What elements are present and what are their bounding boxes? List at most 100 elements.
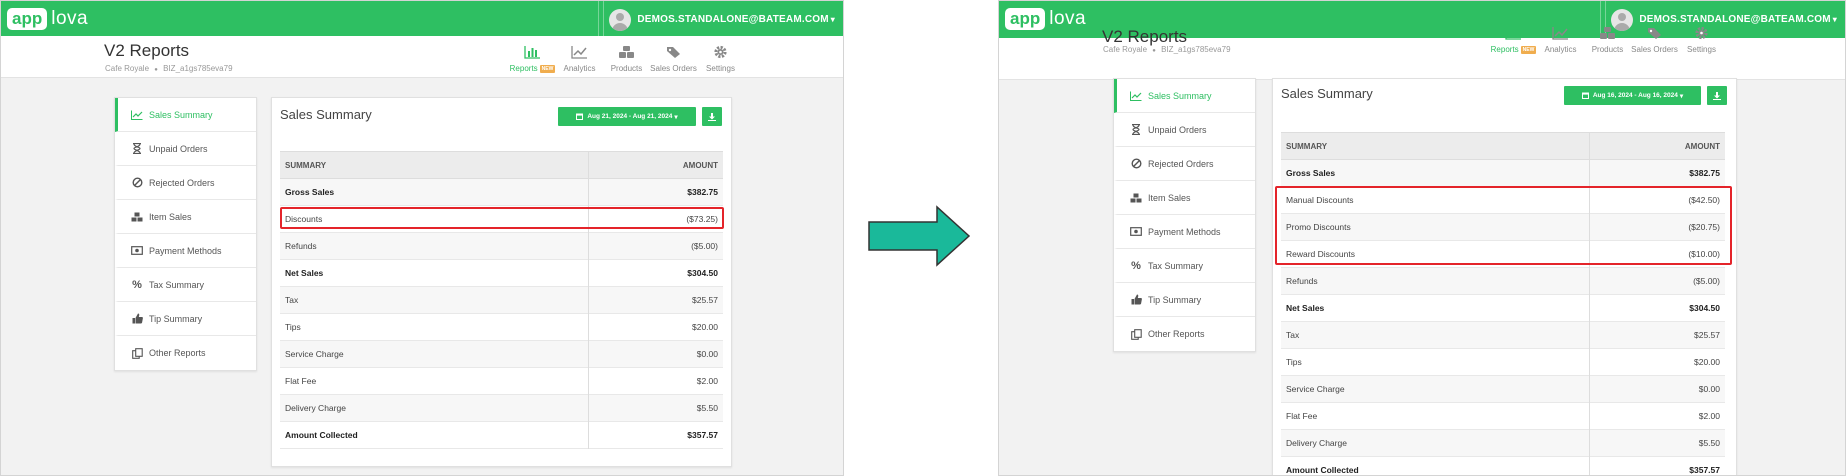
sales-summary-table: SUMMARY AMOUNT Gross Sales $382.75 Disco… — [280, 151, 723, 449]
separator-dot: ● — [154, 67, 158, 73]
line-chart-icon — [1129, 89, 1143, 103]
nav-label: Sales Orders — [1631, 45, 1678, 54]
sales-summary-panel: Sales Summary Aug 16, 2024 - Aug 16, 202… — [1272, 78, 1737, 475]
highlight-box — [280, 207, 724, 229]
reports-sidebar: Sales Summary Unpaid Orders Rejected Ord… — [114, 97, 257, 371]
table-row: Refunds ($5.00) — [1281, 268, 1725, 295]
sidebar-item-sales-summary[interactable]: Sales Summary — [115, 98, 256, 132]
bar-chart-icon — [1505, 26, 1522, 45]
percent-icon: % — [132, 278, 142, 291]
sidebar-item-label: Payment Methods — [1148, 226, 1221, 237]
sidebar-item-other-reports[interactable]: Other Reports — [115, 336, 256, 370]
row-amount: $357.57 — [687, 430, 718, 440]
applova-logo[interactable]: app lova — [7, 8, 88, 30]
module-nav: Reports NEW Analytics Products Sales Orde… — [1490, 26, 1725, 54]
sidebar-item-item-sales[interactable]: Item Sales — [1114, 181, 1255, 215]
row-amount: $2.00 — [696, 376, 718, 386]
row-label: Flat Fee — [285, 376, 317, 386]
row-amount: $5.50 — [696, 403, 718, 413]
download-button[interactable] — [1707, 86, 1727, 105]
user-menu[interactable]: DEMOS.STANDALONE@BATEAM.COM ▾ — [598, 1, 843, 38]
row-amount: $2.00 — [1698, 411, 1720, 421]
nav-products[interactable]: Products — [603, 45, 650, 73]
sidebar-item-label: Tax Summary — [149, 279, 205, 290]
row-amount: $25.57 — [692, 295, 718, 305]
row-label: Refunds — [285, 241, 317, 251]
row-label: Tips — [1286, 357, 1302, 367]
row-amount: $20.00 — [692, 322, 718, 332]
money-icon — [1129, 225, 1143, 239]
ban-icon — [1129, 157, 1143, 171]
user-email: DEMOS.STANDALONE@BATEAM.COM — [1639, 14, 1831, 25]
sidebar-item-label: Sales Summary — [1148, 90, 1212, 101]
sidebar-item-other-reports[interactable]: Other Reports — [1114, 317, 1255, 351]
nav-label: Analytics — [563, 64, 596, 73]
date-range-button[interactable]: Aug 21, 2024 - Aug 21, 2024 ▾ — [558, 107, 696, 126]
nav-settings[interactable]: Settings — [1678, 26, 1725, 54]
nav-reports[interactable]: Reports NEW — [509, 45, 556, 73]
sidebar-item-rejected-orders[interactable]: Rejected Orders — [1114, 147, 1255, 181]
sidebar-item-tip-summary[interactable]: Tip Summary — [1114, 283, 1255, 317]
line-chart-icon — [571, 45, 588, 64]
nav-analytics[interactable]: Analytics — [556, 45, 603, 73]
sidebar-item-payment-methods[interactable]: Payment Methods — [115, 234, 256, 268]
row-amount: ($5.00) — [691, 241, 718, 251]
chevron-down-icon: ▾ — [674, 113, 678, 121]
row-label: Tax — [1286, 330, 1300, 340]
nav-reports[interactable]: Reports NEW — [1490, 26, 1537, 54]
nav-label: Analytics — [1544, 45, 1577, 54]
sidebar-item-unpaid-orders[interactable]: Unpaid Orders — [115, 132, 256, 166]
table-header-row: SUMMARY AMOUNT — [280, 152, 723, 179]
table-row: Net Sales $304.50 — [280, 260, 723, 287]
sidebar-item-rejected-orders[interactable]: Rejected Orders — [115, 166, 256, 200]
download-icon — [708, 112, 716, 121]
sidebar-item-item-sales[interactable]: Item Sales — [115, 200, 256, 234]
column-header-amount: AMOUNT — [682, 160, 718, 170]
download-button[interactable] — [702, 107, 722, 126]
sidebar-item-tip-summary[interactable]: Tip Summary — [115, 302, 256, 336]
bar-chart-icon — [524, 45, 541, 64]
table-row: Tips $20.00 — [280, 314, 723, 341]
row-amount: $25.57 — [1694, 330, 1720, 340]
row-label: Service Charge — [285, 349, 344, 359]
sidebar-item-tax-summary[interactable]: % Tax Summary — [115, 268, 256, 302]
sidebar-item-label: Tip Summary — [1148, 294, 1202, 305]
nav-sales-orders[interactable]: Sales Orders — [1631, 26, 1678, 54]
nav-settings[interactable]: Settings — [697, 45, 744, 73]
page-title: V2 Reports — [1102, 27, 1188, 46]
row-label: Amount Collected — [285, 430, 358, 440]
column-header-amount: AMOUNT — [1684, 141, 1720, 151]
sidebar-item-sales-summary[interactable]: Sales Summary — [1114, 79, 1255, 113]
separator-dot: ● — [1152, 48, 1156, 54]
sidebar-item-unpaid-orders[interactable]: Unpaid Orders — [1114, 113, 1255, 147]
nav-analytics[interactable]: Analytics — [1537, 26, 1584, 54]
logo-app-text: app — [1005, 8, 1046, 30]
panel-title: Sales Summary — [1281, 86, 1373, 101]
cubes-icon — [1599, 26, 1616, 45]
gear-icon — [1693, 26, 1710, 45]
sidebar-item-label: Unpaid Orders — [1148, 124, 1207, 135]
user-email: DEMOS.STANDALONE@BATEAM.COM — [637, 14, 829, 25]
table-row: Delivery Charge $5.50 — [280, 395, 723, 422]
logo-app-text: app — [7, 8, 48, 30]
module-nav: Reports NEW Analytics Products Sales Orde… — [509, 45, 744, 73]
row-label: Net Sales — [285, 268, 324, 278]
hourglass-icon — [130, 142, 144, 156]
chevron-down-icon: ▾ — [1679, 92, 1684, 100]
store-breadcrumb: Cafe Royale ● BIZ_a1gs785eva79 — [105, 64, 233, 73]
cubes-icon — [1129, 191, 1143, 205]
nav-sales-orders[interactable]: Sales Orders — [650, 45, 697, 73]
comparison-stage: app lova DEMOS.STANDALONE@BATEAM.COM ▾ V… — [0, 0, 1846, 476]
page-header: V2 Reports Cafe Royale ● BIZ_a1gs785eva7… — [1, 36, 843, 78]
row-amount: $304.50 — [1689, 303, 1720, 313]
date-range-button[interactable]: Aug 16, 2024 - Aug 16, 2024 ▾ — [1564, 86, 1701, 105]
row-label: Tips — [285, 322, 301, 332]
store-id: BIZ_a1gs785eva79 — [163, 64, 233, 73]
table-row: Flat Fee $2.00 — [1281, 403, 1725, 430]
nav-products[interactable]: Products — [1584, 26, 1631, 54]
logo-lova-text: lova — [1049, 8, 1087, 29]
sidebar-item-tax-summary[interactable]: % Tax Summary — [1114, 249, 1255, 283]
applova-logo[interactable]: app lova — [1005, 8, 1086, 30]
sidebar-item-payment-methods[interactable]: Payment Methods — [1114, 215, 1255, 249]
ban-icon — [130, 176, 144, 190]
